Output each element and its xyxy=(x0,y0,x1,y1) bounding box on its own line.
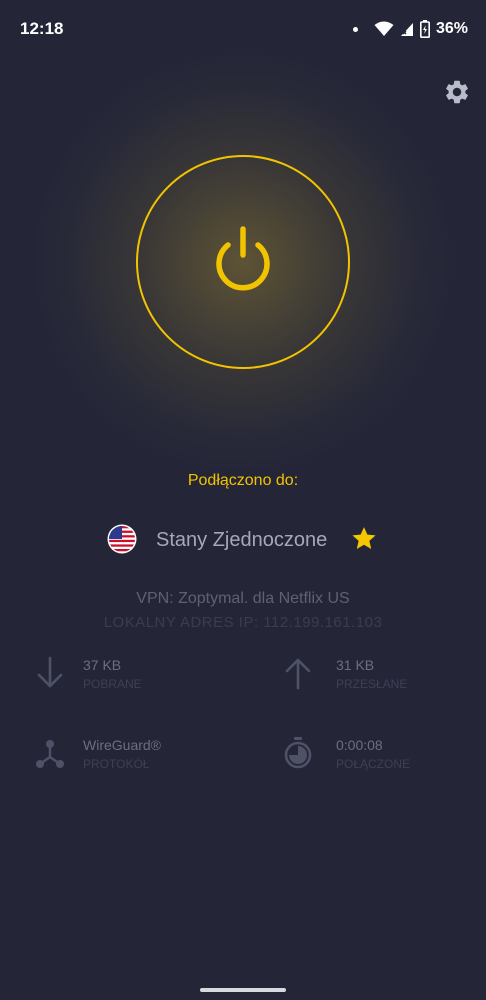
wifi-icon xyxy=(374,21,394,36)
duration-stat: 0:00:08 POŁĄCZONE xyxy=(283,735,483,785)
upload-value: 31 KB xyxy=(336,657,375,673)
upload-stat: 31 KB PRZESŁANE xyxy=(283,655,483,705)
status-time: 12:18 xyxy=(20,19,64,38)
duration-value: 0:00:08 xyxy=(336,737,383,753)
status-bar: 12:18 36% xyxy=(0,0,486,56)
download-value: 37 KB xyxy=(83,657,122,673)
download-label: POBRANE xyxy=(83,677,142,691)
arrow-down-icon xyxy=(37,656,63,688)
battery-icon xyxy=(419,20,430,38)
connection-status-label: Podłączono do: xyxy=(187,472,299,489)
gear-icon xyxy=(446,80,468,104)
status-icons: 36% xyxy=(352,18,468,40)
battery-percentage: 36% xyxy=(435,20,468,37)
star-icon[interactable] xyxy=(350,525,378,553)
protocol-value: WireGuard® xyxy=(83,737,161,753)
home-indicator[interactable] xyxy=(200,988,286,992)
protocol-stat: WireGuard® PROTOKÓŁ xyxy=(35,735,235,785)
notification-dot-icon xyxy=(352,26,358,32)
vpn-profile-text: VPN: Zoptymal. dla Netflix US xyxy=(136,590,350,607)
server-location-row[interactable]: Stany Zjednoczone xyxy=(0,520,486,560)
download-stat: 37 KB POBRANE xyxy=(35,655,235,705)
stopwatch-icon xyxy=(284,737,312,769)
cellular-signal-icon xyxy=(400,23,413,36)
power-icon xyxy=(216,226,270,291)
network-icon xyxy=(36,740,64,768)
arrow-up-icon xyxy=(285,658,311,690)
settings-button[interactable] xyxy=(443,78,471,106)
server-country-name: Stany Zjednoczone xyxy=(156,529,328,551)
duration-label: POŁĄCZONE xyxy=(336,757,411,771)
local-ip-text: LOKALNY ADRES IP: 112.199.161.103 xyxy=(103,614,383,631)
us-flag-icon xyxy=(107,524,137,554)
upload-label: PRZESŁANE xyxy=(336,677,408,691)
protocol-label: PROTOKÓŁ xyxy=(83,757,150,771)
